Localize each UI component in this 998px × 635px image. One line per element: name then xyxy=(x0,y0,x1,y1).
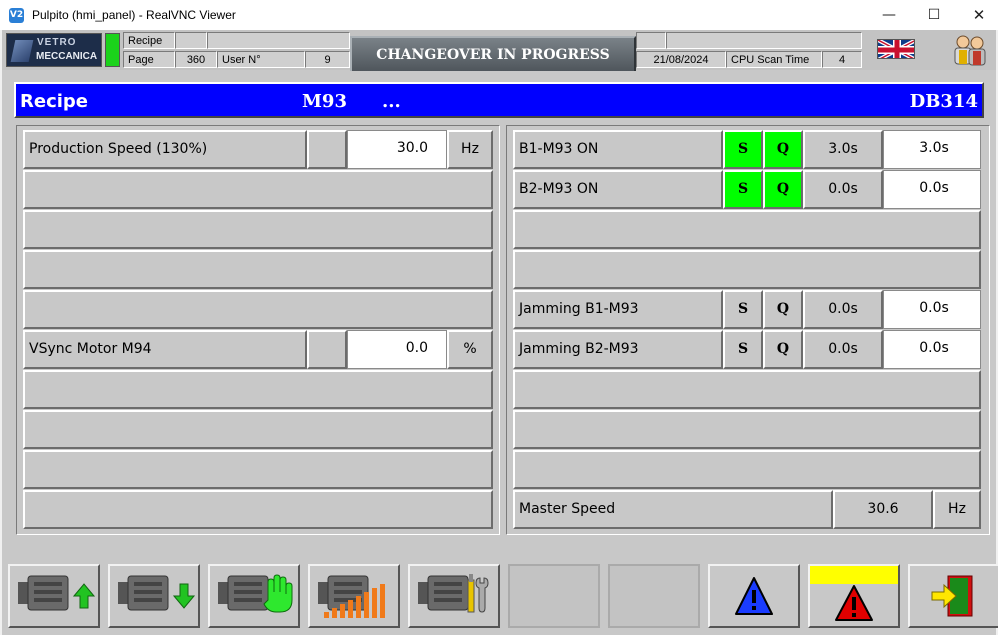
date-display: 21/08/2024 xyxy=(636,51,726,68)
master-speed-unit: Hz xyxy=(933,490,981,529)
query-button[interactable]: Q xyxy=(763,290,803,329)
motor-manual-button[interactable] xyxy=(208,564,300,628)
hmi-header: VETRO MECCANICA Recipe Page 360 User N° … xyxy=(2,30,996,71)
empty-row xyxy=(23,290,493,329)
hmi-screen: VETRO MECCANICA Recipe Page 360 User N° … xyxy=(2,30,998,635)
timer-actual: 0.0s xyxy=(803,170,883,209)
query-button[interactable]: Q xyxy=(763,170,803,209)
maximize-button[interactable]: ☐ xyxy=(911,0,957,30)
set-button[interactable]: S xyxy=(723,170,763,209)
window-title-bar: V2 Pulpito (hmi_panel) - RealVNC Viewer … xyxy=(0,0,998,30)
header-blank-cell xyxy=(636,32,666,49)
param-label: VSync Motor M94 xyxy=(23,330,307,369)
cpu-scan-value: 4 xyxy=(822,51,862,68)
bottom-toolbar xyxy=(2,562,998,632)
page-label: Page xyxy=(123,51,175,68)
empty-row xyxy=(23,170,493,209)
timer-setpoint-input[interactable]: 0.0s xyxy=(883,290,981,329)
param-indicator xyxy=(307,330,347,369)
timer-actual: 0.0s xyxy=(803,330,883,369)
recipe-dots: ... xyxy=(382,91,401,112)
motor-up-button[interactable] xyxy=(8,564,100,628)
motor-down-icon xyxy=(118,575,196,611)
empty-toolbar-button xyxy=(508,564,600,628)
empty-row xyxy=(513,210,981,249)
param-unit: % xyxy=(447,330,493,369)
query-button[interactable]: Q xyxy=(763,130,803,169)
empty-row xyxy=(513,250,981,289)
motor-up-icon xyxy=(18,575,96,611)
recipe-code: M93 xyxy=(302,91,347,112)
set-button[interactable]: S xyxy=(723,290,763,329)
page-value: 360 xyxy=(175,51,217,68)
cpu-scan-label: CPU Scan Time xyxy=(726,51,822,68)
header-blank-cell xyxy=(666,32,862,49)
uk-flag-icon[interactable] xyxy=(877,39,915,59)
motor-down-button[interactable] xyxy=(108,564,200,628)
alarm-red-icon xyxy=(810,566,898,621)
empty-row xyxy=(23,450,493,489)
timer-setpoint-input[interactable]: 0.0s xyxy=(883,330,981,369)
left-parameter-panel: Production Speed (130%) 30.0 Hz VSync Mo… xyxy=(16,125,500,535)
timer-label: Jamming B2-M93 xyxy=(513,330,723,369)
param-unit: Hz xyxy=(447,130,493,169)
warning-blue-icon xyxy=(735,577,773,615)
param-label: Production Speed (130%) xyxy=(23,130,307,169)
timer-setpoint-input[interactable]: 3.0s xyxy=(883,130,981,169)
empty-row xyxy=(23,370,493,409)
set-button[interactable]: S xyxy=(723,130,763,169)
recipe-title: Recipe xyxy=(20,91,89,112)
empty-row xyxy=(513,370,981,409)
recipe-value xyxy=(175,32,207,49)
exit-button[interactable] xyxy=(908,564,998,628)
motor-tools-icon xyxy=(418,574,489,613)
logo-line1: VETRO xyxy=(37,37,77,48)
motor-speed-icon xyxy=(318,575,385,618)
user-label: User N° xyxy=(217,51,305,68)
timer-actual: 0.0s xyxy=(803,290,883,329)
empty-row xyxy=(513,450,981,489)
warnings-button[interactable] xyxy=(708,564,800,628)
empty-row xyxy=(23,250,493,289)
vnc-window: V2 Pulpito (hmi_panel) - RealVNC Viewer … xyxy=(0,0,998,635)
timer-label: B2-M93 ON xyxy=(513,170,723,209)
empty-toolbar-button xyxy=(608,564,700,628)
empty-row xyxy=(23,490,493,529)
changeover-banner: CHANGEOVER IN PROGRESS xyxy=(350,36,636,71)
user-value: 9 xyxy=(305,51,350,68)
users-icon[interactable] xyxy=(950,33,990,67)
logo-line2: MECCANICA xyxy=(36,51,98,62)
minimize-button[interactable]: — xyxy=(866,0,912,30)
set-button[interactable]: S xyxy=(723,330,763,369)
logo-mark-icon xyxy=(10,40,34,62)
production-speed-input[interactable]: 30.0 xyxy=(347,130,447,169)
plc-status-led xyxy=(105,33,120,67)
motor-manual-icon xyxy=(218,574,293,613)
master-speed-value: 30.6 xyxy=(833,490,933,529)
vsync-motor-input[interactable]: 0.0 xyxy=(347,330,447,369)
query-button[interactable]: Q xyxy=(763,330,803,369)
timer-setpoint-input[interactable]: 0.0s xyxy=(883,170,981,209)
motor-speed-button[interactable] xyxy=(308,564,400,628)
recipe-label: Recipe xyxy=(123,32,175,49)
alarms-button[interactable] xyxy=(808,564,900,628)
close-button[interactable]: ✕ xyxy=(956,0,998,30)
empty-row xyxy=(513,410,981,449)
empty-row xyxy=(23,410,493,449)
motor-tools-button[interactable] xyxy=(408,564,500,628)
exit-door-icon xyxy=(931,575,973,617)
recipe-title-bar: Recipe M93 ... DB314 xyxy=(14,82,984,118)
vetro-meccanica-logo: VETRO MECCANICA xyxy=(6,33,102,67)
realvnc-app-icon: V2 xyxy=(9,8,24,23)
timer-label: B1-M93 ON xyxy=(513,130,723,169)
timer-actual: 3.0s xyxy=(803,130,883,169)
empty-row xyxy=(23,210,493,249)
window-title: Pulpito (hmi_panel) - RealVNC Viewer xyxy=(32,8,236,22)
timer-label: Jamming B1-M93 xyxy=(513,290,723,329)
param-indicator xyxy=(307,130,347,169)
master-speed-label: Master Speed xyxy=(513,490,833,529)
right-timer-panel: B1-M93 ON S Q 3.0s 3.0s B2-M93 ON S Q 0.… xyxy=(506,125,990,535)
recipe-db: DB314 xyxy=(909,91,978,112)
header-blank-cell xyxy=(207,32,350,49)
